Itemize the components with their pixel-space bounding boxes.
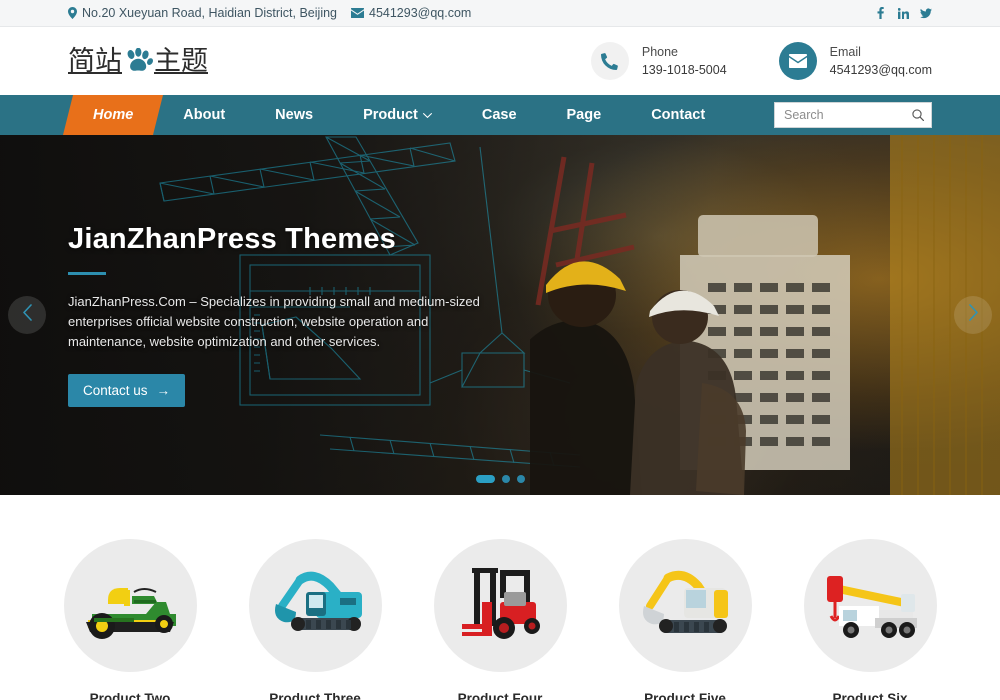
social-links	[874, 7, 932, 19]
product-label: Product Four	[458, 691, 543, 700]
nav-label: Product	[363, 107, 418, 123]
nav-label: About	[183, 107, 225, 123]
main-navigation: Home About News Product Case Page Contac…	[0, 95, 1000, 135]
phone-value: 139-1018-5004	[642, 61, 727, 79]
email-item[interactable]: 4541293@qq.com	[351, 6, 471, 20]
carousel-dot-1[interactable]	[476, 475, 495, 483]
search-input[interactable]	[775, 103, 931, 127]
logo-text-left: 简站	[68, 48, 122, 75]
nav-item-page[interactable]: Page	[542, 95, 627, 135]
product-image-forklift	[434, 539, 567, 672]
hero-title: JianZhanPress Themes	[68, 223, 492, 256]
carousel-next-button[interactable]	[954, 296, 992, 334]
email-text: 4541293@qq.com	[369, 6, 471, 20]
nav-item-about[interactable]: About	[158, 95, 250, 135]
carousel-dot-2[interactable]	[502, 475, 510, 483]
nav-item-contact[interactable]: Contact	[626, 95, 730, 135]
hero-carousel: JianZhanPress Themes JianZhanPress.Com –…	[0, 135, 1000, 495]
nav-item-news[interactable]: News	[250, 95, 338, 135]
contact-us-button[interactable]: Contact us →	[68, 374, 185, 407]
product-image-lawn-mower	[64, 539, 197, 672]
product-image-teal-excavator	[249, 539, 382, 672]
product-label: Product Two	[90, 691, 171, 700]
product-image-mini-excavator	[619, 539, 752, 672]
nav-label: Home	[93, 107, 133, 123]
twitter-icon[interactable]	[920, 8, 932, 19]
address-text: No.20 Xueyuan Road, Haidian District, Be…	[82, 6, 337, 20]
carousel-prev-button[interactable]	[8, 296, 46, 334]
envelope-icon	[779, 42, 817, 80]
phone-label: Phone	[642, 43, 727, 61]
product-label: Product Five	[644, 691, 726, 700]
nav-label: Page	[567, 107, 602, 123]
product-label: Product Three	[269, 691, 361, 700]
nav-label: Case	[482, 107, 517, 123]
site-logo[interactable]: 简站 主题	[68, 48, 208, 75]
logo-text-right: 主题	[154, 48, 208, 75]
search-icon[interactable]	[912, 109, 924, 121]
hero-content: JianZhanPress Themes JianZhanPress.Com –…	[0, 135, 560, 407]
carousel-dot-3[interactable]	[517, 475, 525, 483]
contact-us-label: Contact us	[83, 383, 148, 398]
chevron-down-icon	[423, 107, 432, 123]
top-bar-left: No.20 Xueyuan Road, Haidian District, Be…	[68, 6, 471, 20]
nav-list: Home About News Product Case Page Contac…	[68, 95, 730, 135]
carousel-indicators	[0, 475, 1000, 483]
search-box[interactable]	[774, 102, 932, 128]
top-bar: No.20 Xueyuan Road, Haidian District, Be…	[0, 0, 1000, 27]
product-card[interactable]: Product Six	[795, 539, 945, 700]
envelope-icon	[351, 8, 364, 18]
nav-label: Contact	[651, 107, 705, 123]
location-pin-icon	[68, 7, 77, 19]
phone-icon	[591, 42, 629, 80]
linkedin-icon[interactable]	[897, 8, 909, 19]
chevron-left-icon	[22, 304, 33, 326]
product-card[interactable]: Product Four	[425, 539, 575, 700]
email-value: 4541293@qq.com	[830, 61, 932, 79]
header-contact-phone[interactable]: Phone 139-1018-5004	[591, 42, 727, 80]
site-header: 简站 主题 Phone 139-1018-5004	[0, 27, 1000, 95]
product-card[interactable]: Product Five	[610, 539, 760, 700]
paw-print-icon	[123, 48, 153, 74]
nav-item-case[interactable]: Case	[457, 95, 542, 135]
nav-item-home[interactable]: Home	[68, 95, 158, 135]
hero-industrial-scene	[530, 135, 1000, 495]
email-label: Email	[830, 43, 932, 61]
arrow-right-icon: →	[157, 383, 171, 398]
nav-label: News	[275, 107, 313, 123]
header-contact-email[interactable]: Email 4541293@qq.com	[779, 42, 932, 80]
facebook-icon[interactable]	[874, 7, 886, 19]
nav-item-product[interactable]: Product	[338, 95, 457, 135]
product-card[interactable]: Product Two	[55, 539, 205, 700]
header-contacts: Phone 139-1018-5004 Email 4541293@qq.com	[591, 42, 932, 80]
hero-description: JianZhanPress.Com – Specializes in provi…	[68, 292, 488, 352]
hero-title-underline	[68, 272, 106, 275]
product-image-mobile-crane	[804, 539, 937, 672]
product-label: Product Six	[832, 691, 907, 700]
product-card[interactable]: Product Three	[240, 539, 390, 700]
address-item: No.20 Xueyuan Road, Haidian District, Be…	[68, 6, 337, 20]
chevron-right-icon	[968, 304, 979, 326]
product-strip: Product Two Product Three	[0, 495, 1000, 700]
